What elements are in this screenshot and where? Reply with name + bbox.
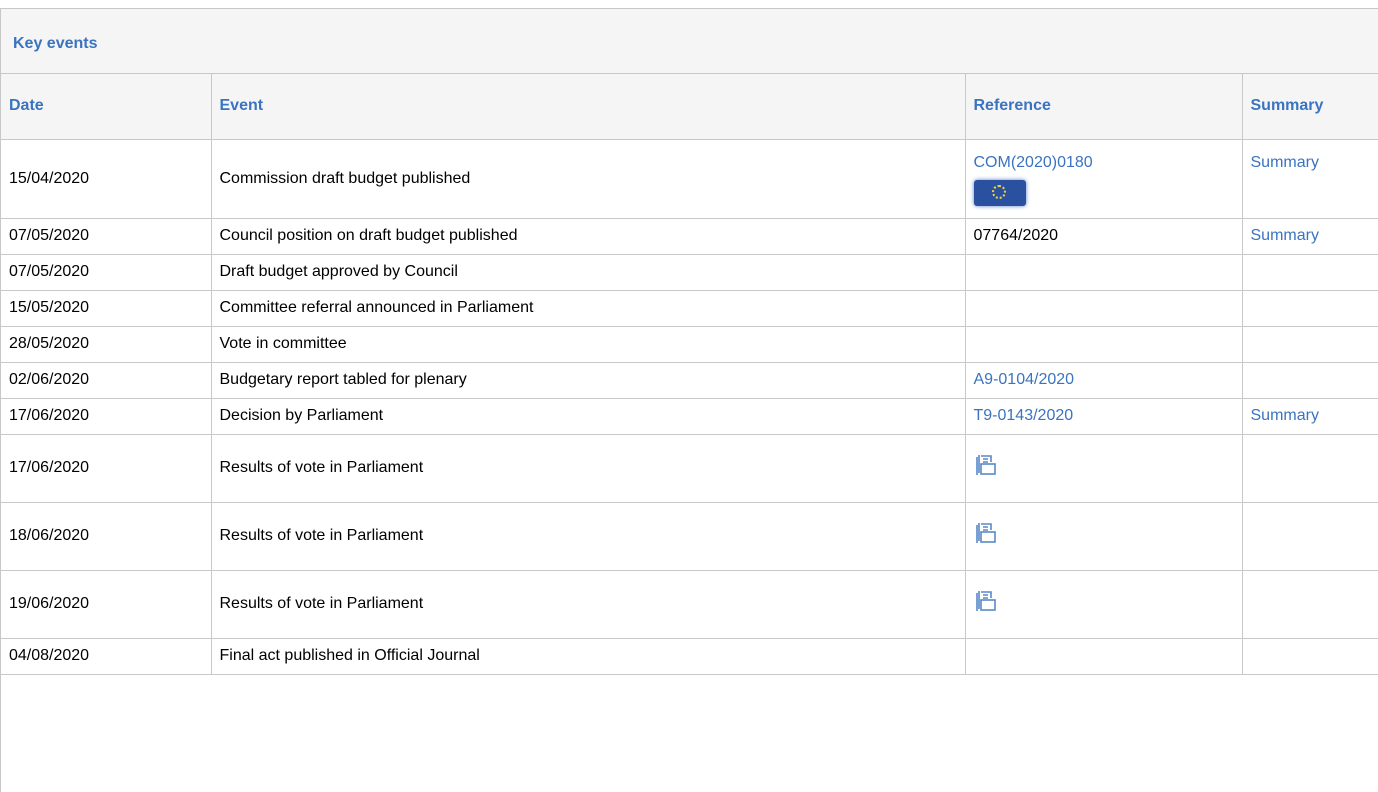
table-row: 19/06/2020 Results of vote in Parliament — [1, 570, 1378, 639]
row-event: Results of vote in Parliament — [211, 570, 966, 639]
row-summary-cell — [1242, 434, 1378, 503]
row-event: Results of vote in Parliament — [211, 502, 966, 571]
row-reference — [965, 290, 1243, 327]
row-summary-cell — [1242, 502, 1378, 571]
key-events-panel: Key events Date Event Reference Summary … — [0, 8, 1378, 792]
row-reference-cell: A9-0104/2020 — [965, 362, 1243, 399]
table-header-row: Date Event Reference Summary — [1, 74, 1378, 140]
vote-results-icon[interactable] — [974, 521, 998, 547]
table-row: 04/08/2020 Final act published in Offici… — [1, 638, 1378, 675]
row-reference — [965, 326, 1243, 363]
table-row: 07/05/2020 Draft budget approved by Coun… — [1, 254, 1378, 291]
row-event: Draft budget approved by Council — [211, 254, 966, 291]
row-reference-cell: COM(2020)0180 — [965, 139, 1243, 219]
row-reference-cell — [965, 434, 1243, 503]
row-date: 18/06/2020 — [1, 502, 212, 571]
vote-results-icon[interactable] — [974, 589, 998, 615]
row-summary-cell — [1242, 290, 1378, 327]
summary-link[interactable]: Summary — [1251, 227, 1319, 244]
table-row: 07/05/2020 Council position on draft bud… — [1, 218, 1378, 255]
row-date: 15/05/2020 — [1, 290, 212, 327]
table-row: 15/04/2020 Commission draft budget publi… — [1, 139, 1378, 219]
vote-results-icon[interactable] — [974, 453, 998, 479]
row-date: 02/06/2020 — [1, 362, 212, 399]
row-date: 07/05/2020 — [1, 254, 212, 291]
reference-link[interactable]: A9-0104/2020 — [974, 371, 1075, 388]
reference-link[interactable]: COM(2020)0180 — [974, 154, 1093, 171]
row-reference-cell — [965, 502, 1243, 571]
table-row: 17/06/2020 Results of vote in Parliament — [1, 434, 1378, 503]
row-reference-cell — [965, 570, 1243, 639]
row-date: 07/05/2020 — [1, 218, 212, 255]
reference-link[interactable]: T9-0143/2020 — [974, 407, 1074, 424]
row-date: 15/04/2020 — [1, 139, 212, 219]
row-date: 19/06/2020 — [1, 570, 212, 639]
row-event: Council position on draft budget publish… — [211, 218, 966, 255]
summary-link[interactable]: Summary — [1251, 407, 1319, 424]
summary-link[interactable]: Summary — [1251, 154, 1319, 171]
row-summary-cell: Summary — [1242, 218, 1378, 255]
key-events-table: Date Event Reference Summary 15/04/2020 … — [1, 74, 1378, 675]
row-date: 17/06/2020 — [1, 398, 212, 435]
row-date: 17/06/2020 — [1, 434, 212, 503]
row-event: Vote in committee — [211, 326, 966, 363]
row-reference-cell: T9-0143/2020 — [965, 398, 1243, 435]
row-date: 04/08/2020 — [1, 638, 212, 675]
row-event: Results of vote in Parliament — [211, 434, 966, 503]
eu-flag-icon[interactable] — [973, 179, 1026, 206]
header-date: Date — [1, 74, 212, 140]
table-row: 28/05/2020 Vote in committee — [1, 326, 1378, 363]
row-summary-cell — [1242, 362, 1378, 399]
row-reference: 07764/2020 — [965, 218, 1243, 255]
table-row: 02/06/2020 Budgetary report tabled for p… — [1, 362, 1378, 399]
row-summary-cell: Summary — [1242, 398, 1378, 435]
header-reference: Reference — [965, 74, 1243, 140]
header-summary: Summary — [1242, 74, 1378, 140]
row-event: Commission draft budget published — [211, 139, 966, 219]
row-reference — [965, 638, 1243, 675]
row-event: Committee referral announced in Parliame… — [211, 290, 966, 327]
panel-title: Key events — [1, 9, 1378, 74]
table-row: 17/06/2020 Decision by Parliament T9-014… — [1, 398, 1378, 435]
row-summary-cell — [1242, 326, 1378, 363]
row-summary-cell — [1242, 254, 1378, 291]
row-event: Budgetary report tabled for plenary — [211, 362, 966, 399]
row-summary-cell: Summary — [1242, 139, 1378, 219]
row-event: Decision by Parliament — [211, 398, 966, 435]
row-summary-cell — [1242, 570, 1378, 639]
row-date: 28/05/2020 — [1, 326, 212, 363]
table-row: 18/06/2020 Results of vote in Parliament — [1, 502, 1378, 571]
row-event: Final act published in Official Journal — [211, 638, 966, 675]
row-summary-cell — [1242, 638, 1378, 675]
row-reference — [965, 254, 1243, 291]
header-event: Event — [211, 74, 966, 140]
table-row: 15/05/2020 Committee referral announced … — [1, 290, 1378, 327]
